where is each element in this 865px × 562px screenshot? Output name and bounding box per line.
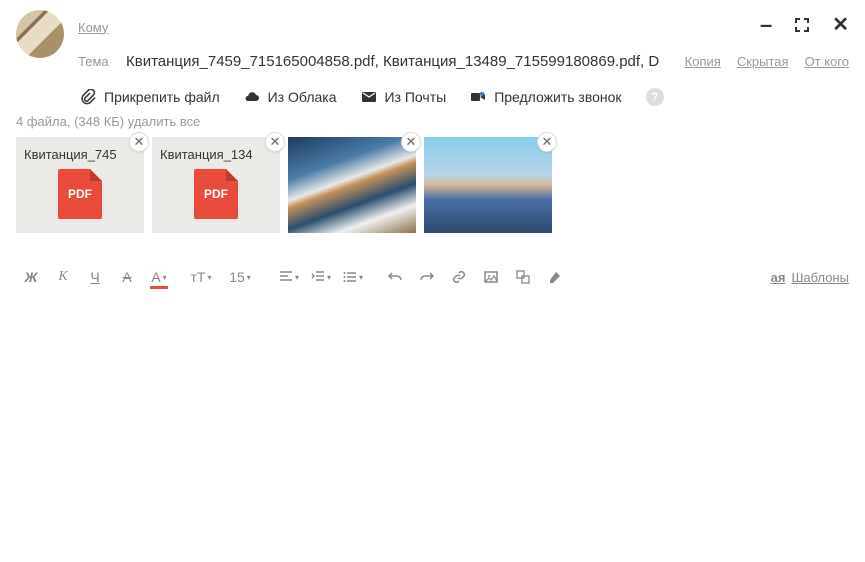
editor-toolbar: Ж К Ч A A▾ тТ▾ 15▾ ▾ ▾ ▾ ая Шаблоны <box>16 257 849 297</box>
from-cloud-button[interactable]: Из Облака <box>244 89 337 105</box>
bcc-link[interactable]: Скрытая <box>737 54 789 69</box>
help-icon[interactable]: ? <box>646 88 664 106</box>
attachment-name: Квитанция_745 <box>24 147 117 162</box>
suggest-call-label: Предложить звонок <box>494 89 621 105</box>
remove-attachment-button[interactable]: ✕ <box>129 132 149 152</box>
suggest-call-button[interactable]: Предложить звонок <box>470 89 621 105</box>
to-field-label[interactable]: Кому <box>78 20 112 35</box>
minimize-icon[interactable]: – <box>760 22 772 28</box>
avatar[interactable] <box>16 10 64 58</box>
redo-button[interactable] <box>412 263 442 291</box>
subject-input[interactable] <box>126 53 671 70</box>
attachment-thumb[interactable]: ✕ <box>288 137 416 233</box>
close-icon[interactable]: ✕ <box>832 12 849 37</box>
attachment-thumb[interactable]: Квитанция_745 PDF ✕ <box>16 137 144 233</box>
templates-button[interactable]: ая Шаблоны <box>771 270 849 285</box>
attach-file-button[interactable]: Прикрепить файл <box>80 89 220 105</box>
undo-icon <box>388 270 402 284</box>
font-size-glyph-button[interactable]: тТ▾ <box>186 263 216 291</box>
paperclip-icon <box>80 89 96 105</box>
bold-button[interactable]: Ж <box>16 263 46 291</box>
mail-icon <box>361 89 377 105</box>
translate-icon <box>516 270 530 284</box>
pdf-icon: PDF <box>194 169 238 219</box>
list-icon <box>343 270 357 284</box>
video-icon <box>470 89 486 105</box>
image-icon <box>484 270 498 284</box>
translate-button[interactable] <box>508 263 538 291</box>
attachment-thumb[interactable]: Квитанция_134 PDF ✕ <box>152 137 280 233</box>
cc-link[interactable]: Копия <box>685 54 721 69</box>
from-mail-button[interactable]: Из Почты <box>361 89 447 105</box>
indent-icon <box>311 270 325 284</box>
attachments-summary: 4 файла, (348 КБ) удалить все <box>16 114 849 129</box>
link-button[interactable] <box>444 263 474 291</box>
align-icon <box>279 270 293 284</box>
attach-file-label: Прикрепить файл <box>104 89 220 105</box>
redo-icon <box>420 270 434 284</box>
strike-button[interactable]: A <box>112 263 142 291</box>
attachment-thumb[interactable]: ✕ <box>424 137 552 233</box>
from-link[interactable]: От кого <box>805 54 849 69</box>
text-color-button[interactable]: A▾ <box>144 263 174 291</box>
remove-attachment-button[interactable]: ✕ <box>265 132 285 152</box>
from-mail-label: Из Почты <box>385 89 447 105</box>
indent-button[interactable]: ▾ <box>306 263 336 291</box>
eraser-icon <box>548 270 562 284</box>
underline-button[interactable]: Ч <box>80 263 110 291</box>
remove-attachment-button[interactable]: ✕ <box>401 132 421 152</box>
templates-icon: ая <box>771 270 786 285</box>
image-button[interactable] <box>476 263 506 291</box>
templates-label: Шаблоны <box>792 270 850 285</box>
font-size-select[interactable]: 15▾ <box>218 263 262 291</box>
subject-label: Тема <box>78 54 112 69</box>
cloud-icon <box>244 89 260 105</box>
align-button[interactable]: ▾ <box>274 263 304 291</box>
pdf-icon: PDF <box>58 169 102 219</box>
list-button[interactable]: ▾ <box>338 263 368 291</box>
delete-all-link[interactable]: удалить все <box>128 114 201 129</box>
maximize-icon[interactable] <box>794 17 810 33</box>
attachment-name: Квитанция_134 <box>160 147 253 162</box>
from-cloud-label: Из Облака <box>268 89 337 105</box>
attachments-count: 4 файла, (348 КБ) <box>16 114 124 129</box>
link-icon <box>452 270 466 284</box>
italic-button[interactable]: К <box>48 263 78 291</box>
remove-attachment-button[interactable]: ✕ <box>537 132 557 152</box>
eraser-button[interactable] <box>540 263 570 291</box>
undo-button[interactable] <box>380 263 410 291</box>
